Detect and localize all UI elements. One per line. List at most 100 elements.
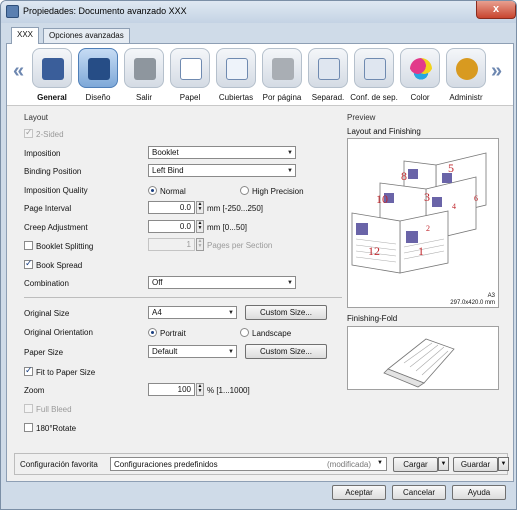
binding-position-select[interactable]: Left Bind (148, 164, 296, 177)
quality-high-label: High Precision (252, 187, 304, 196)
paper-size-label: Paper Size (24, 348, 64, 357)
preview-title: Preview (347, 113, 376, 122)
category-administration[interactable]: Administr (443, 48, 489, 104)
preview-page-number: 3 (424, 190, 430, 204)
window-title: Propiedades: Documento avanzado XXX (23, 6, 187, 16)
creep-spinner-icon[interactable]: ▲ ▼ (196, 220, 204, 233)
full-bleed-label: Full Bleed (36, 405, 72, 414)
title-bar[interactable]: Propiedades: Documento avanzado XXX x (1, 1, 516, 23)
rotate-180-label: 180°Rotate (36, 424, 77, 433)
favorite-select[interactable]: Configuraciones predefinidos (modificada… (110, 457, 387, 471)
full-bleed-checkbox[interactable]: Full Bleed (24, 404, 72, 414)
preview-page-number: 2 (426, 224, 430, 233)
properties-window: Propiedades: Documento avanzado XXX x XX… (0, 0, 517, 510)
tab-xxx[interactable]: XXX (11, 27, 40, 44)
landscape-radio[interactable]: Landscape (240, 328, 291, 338)
preview-section: Preview Layout and Finishing 8 5 6 10 3 … (347, 110, 507, 440)
load-button[interactable]: Cargar (393, 457, 438, 472)
booklet-preview-image: 8 5 6 10 3 4 2 12 1 (351, 152, 487, 274)
layout-section: Layout 2-Sided Imposition Booklet Bindin… (14, 110, 342, 440)
preview-page-number: 8 (401, 169, 407, 183)
portrait-radio[interactable]: Portrait (148, 328, 186, 338)
imposition-select[interactable]: Booklet (148, 146, 296, 159)
category-iconbar: « General Diseño Salir Papel Cubiertas P… (7, 44, 513, 106)
covers-icon (216, 48, 256, 88)
cancel-button[interactable]: Cancelar (392, 485, 446, 500)
radio-selected-icon (148, 328, 157, 337)
rotate-180-checkbox[interactable]: 180°Rotate (24, 423, 76, 433)
preview-page-number: 1 (418, 244, 424, 258)
book-spread-label: Book Spread (36, 261, 83, 270)
layout-section-title: Layout (24, 113, 49, 122)
printer-general-icon (32, 48, 72, 88)
separator-icon (308, 48, 348, 88)
zoom-label: Zoom (24, 386, 45, 395)
checkbox-empty-icon (24, 241, 33, 250)
preview-page-number: 6 (474, 194, 478, 203)
original-size-select[interactable]: A4 (148, 306, 237, 319)
per-page-icon (262, 48, 302, 88)
preview-page-number: 10 (376, 192, 388, 206)
imposition-label: Imposition (24, 149, 61, 158)
two-sided-label: 2-Sided (36, 130, 64, 139)
original-orientation-label: Original Orientation (24, 328, 93, 337)
administration-icon (446, 48, 486, 88)
ok-button[interactable]: Aceptar (332, 485, 386, 500)
paper-size-select[interactable]: Default (148, 345, 237, 358)
color-icon (400, 48, 440, 88)
category-label: Administr (449, 93, 483, 102)
fit-to-paper-checkbox[interactable]: Fit to Paper Size (24, 365, 96, 377)
checkbox-checked-icon (24, 365, 33, 376)
quality-high-radio[interactable]: High Precision (240, 186, 304, 196)
imposition-quality-label: Imposition Quality (24, 186, 88, 195)
close-button[interactable]: x (476, 1, 516, 19)
save-button[interactable]: Guardar (453, 457, 498, 472)
paper-custom-size-button[interactable]: Custom Size... (245, 344, 327, 359)
booklet-splitting-label: Booklet Splitting (36, 242, 94, 251)
binding-position-label: Binding Position (24, 167, 82, 176)
paper-name-label: A3 (487, 293, 495, 299)
two-sided-checkbox[interactable]: 2-Sided (24, 127, 64, 139)
page-interval-input[interactable]: 0.0 (148, 201, 195, 214)
paper-dims-label: 297.0x420.0 mm (450, 300, 495, 306)
page-interval-spinner-icon[interactable]: ▲ ▼ (196, 201, 204, 214)
scroll-left-icon[interactable]: « (13, 60, 24, 83)
zoom-spinner-icon[interactable]: ▲ ▼ (196, 383, 204, 396)
favorite-state: (modificada) (327, 460, 372, 469)
creep-adjustment-unit: mm [0...50] (207, 223, 248, 232)
radio-selected-icon (148, 186, 157, 195)
creep-adjustment-input[interactable]: 0.0 (148, 220, 195, 233)
save-dropdown-icon[interactable]: ▼ (498, 457, 509, 471)
zoom-unit: % [1...1000] (207, 386, 250, 395)
quality-normal-radio[interactable]: Normal (148, 186, 186, 196)
preview-page-number: 12 (368, 244, 380, 258)
checkbox-checked-icon (24, 258, 33, 269)
booklet-pages-input[interactable]: 1 (148, 238, 195, 251)
main-panel: « General Diseño Salir Papel Cubiertas P… (6, 43, 514, 482)
booklet-pages-spinner-icon[interactable]: ▲ ▼ (196, 238, 204, 251)
combination-select[interactable]: Off (148, 276, 296, 289)
preview-page-number: 4 (452, 202, 456, 211)
chevron-down-icon: ▼ (377, 460, 383, 466)
booklet-splitting-checkbox[interactable]: Booklet Splitting (24, 241, 93, 251)
layout-finishing-title: Layout and Finishing (347, 127, 421, 136)
scroll-right-icon[interactable]: » (491, 60, 502, 83)
portrait-label: Portrait (160, 329, 186, 338)
paper-icon (170, 48, 210, 88)
favorite-settings-bar: Configuración favorita Configuraciones p… (14, 453, 509, 475)
page-interval-label: Page Interval (24, 204, 72, 213)
zoom-input[interactable]: 100 (148, 383, 195, 396)
help-button[interactable]: Ayuda (452, 485, 506, 500)
layout-design-icon (78, 48, 118, 88)
booklet-pages-unit: Pages per Section (207, 241, 273, 250)
load-dropdown-icon[interactable]: ▼ (438, 457, 449, 471)
separator-settings-icon (354, 48, 394, 88)
tab-advanced-options[interactable]: Opciones avanzadas (43, 28, 130, 43)
original-size-label: Original Size (24, 309, 70, 318)
preview-page-number: 5 (448, 161, 454, 175)
layout-divider (24, 297, 342, 298)
printer-app-icon (6, 5, 19, 18)
fit-to-paper-label: Fit to Paper Size (36, 368, 96, 377)
custom-size-button[interactable]: Custom Size... (245, 305, 327, 320)
book-spread-checkbox[interactable]: Book Spread (24, 258, 83, 270)
